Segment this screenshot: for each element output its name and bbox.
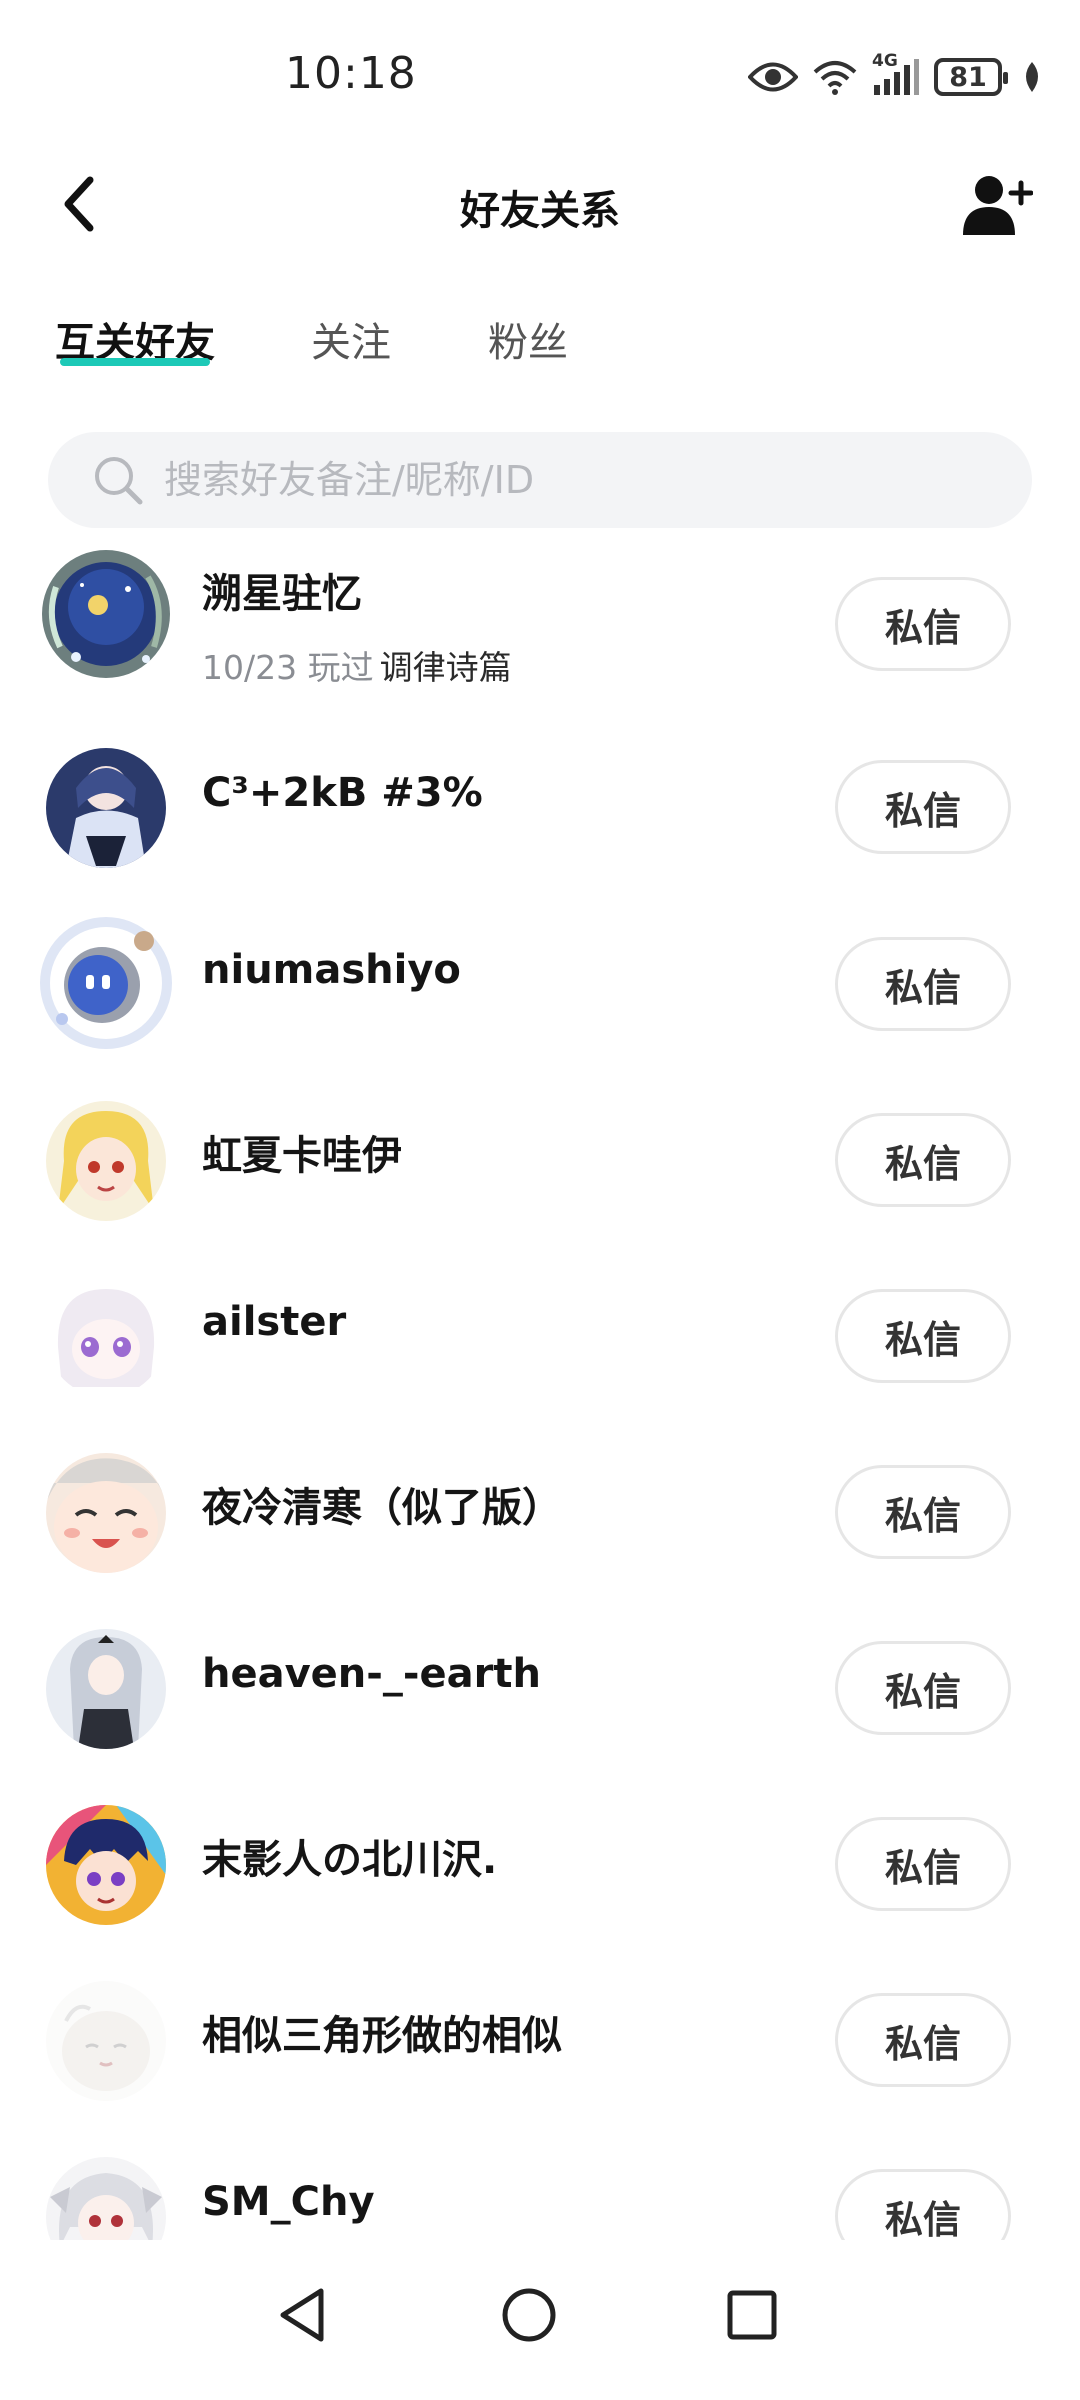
friend-row[interactable]: C³+2kB #3% 私信 (0, 720, 1080, 896)
friend-row[interactable]: 虹夏卡哇伊 私信 (0, 1073, 1080, 1249)
tab-following[interactable]: 关注 (311, 310, 391, 368)
friend-name: C³+2kB #3% (202, 770, 483, 816)
status-bar: 10:18 4G 81 (0, 0, 1080, 150)
friend-activity: 10/23 玩过 调律诗篇 (202, 641, 512, 689)
friend-name: 夜冷清寒（似了版） (202, 1485, 562, 1531)
message-button[interactable]: 私信 (835, 1465, 1011, 1559)
friend-name: heaven-_-earth (202, 1651, 541, 1697)
avatar (36, 915, 176, 1051)
avatar (46, 1805, 166, 1925)
friend-name: 溯星驻忆 (202, 571, 362, 617)
leaf-icon (1022, 60, 1042, 94)
message-button[interactable]: 私信 (835, 1113, 1011, 1207)
nav-home-button[interactable] (484, 2270, 574, 2360)
avatar (46, 1981, 166, 2101)
signal-icon: 4G (872, 51, 920, 97)
message-button[interactable]: 私信 (835, 1993, 1011, 2087)
friend-row[interactable]: 相似三角形做的相似 私信 (0, 1953, 1080, 2129)
battery-level: 81 (949, 61, 987, 93)
friend-row[interactable]: niumashiyo 私信 (0, 897, 1080, 1073)
page-title: 好友关系 (460, 188, 620, 234)
message-button[interactable]: 私信 (835, 1641, 1011, 1735)
friend-name: 相似三角形做的相似 (202, 2013, 562, 2059)
message-button[interactable]: 私信 (835, 760, 1011, 854)
friend-name: 末影人の北川沢. (202, 1837, 498, 1883)
friend-list: 溯星驻忆 10/23 玩过 调律诗篇 私信 C³+2kB #3% 私信 nium… (0, 545, 1080, 2280)
friends-relationship-page: 10:18 4G 81 好友关系 互关好友 关注 粉丝 搜索好友备注/昵称/ID… (0, 0, 1080, 2400)
friend-row[interactable]: 末影人の北川沢. 私信 (0, 1777, 1080, 1953)
game-name[interactable]: 调律诗篇 (380, 648, 512, 687)
nav-recents-button[interactable] (707, 2270, 797, 2360)
wifi-icon (812, 58, 858, 96)
active-tab-indicator (60, 358, 210, 366)
avatar (46, 1101, 166, 1221)
battery-icon: 81 (934, 58, 1008, 96)
message-button[interactable]: 私信 (835, 577, 1011, 671)
friend-row[interactable]: ailster 私信 (0, 1249, 1080, 1425)
friend-name: 虹夏卡哇伊 (202, 1133, 402, 1179)
avatar (46, 1629, 166, 1749)
friend-name: ailster (202, 1299, 347, 1345)
avatar (46, 1277, 166, 1397)
avatar (46, 748, 166, 868)
tab-fans[interactable]: 粉丝 (488, 310, 568, 368)
search-input[interactable] (162, 457, 966, 503)
friend-name: SM_Chy (202, 2179, 375, 2225)
tab-bar: 互关好友 关注 粉丝 (0, 300, 1080, 380)
message-button[interactable]: 私信 (835, 937, 1011, 1031)
status-time: 10:18 (285, 48, 417, 99)
friend-row[interactable]: 溯星驻忆 10/23 玩过 调律诗篇 私信 (0, 545, 1080, 719)
nav-back-button[interactable] (258, 2270, 348, 2360)
search-icon (90, 452, 146, 508)
home-circle-icon (502, 2288, 556, 2342)
message-button[interactable]: 私信 (835, 1289, 1011, 1383)
message-button[interactable]: 私信 (835, 1817, 1011, 1911)
system-nav-bar (0, 2240, 1080, 2400)
add-friend-button[interactable] (960, 170, 1036, 240)
friend-row[interactable]: heaven-_-earth 私信 (0, 1601, 1080, 1777)
search-bar[interactable] (48, 432, 1032, 528)
add-user-icon (963, 176, 1033, 235)
avatar (36, 547, 176, 681)
recents-square-icon (727, 2290, 777, 2340)
back-triangle-icon (280, 2288, 324, 2342)
played-date: 10/23 玩过 (202, 648, 374, 687)
header: 好友关系 (0, 150, 1080, 260)
avatar (46, 1453, 166, 1573)
friend-name: niumashiyo (202, 947, 461, 993)
friend-row[interactable]: 夜冷清寒（似了版） 私信 (0, 1425, 1080, 1601)
eye-icon (748, 60, 798, 94)
status-icons: 4G 81 (748, 51, 1042, 102)
